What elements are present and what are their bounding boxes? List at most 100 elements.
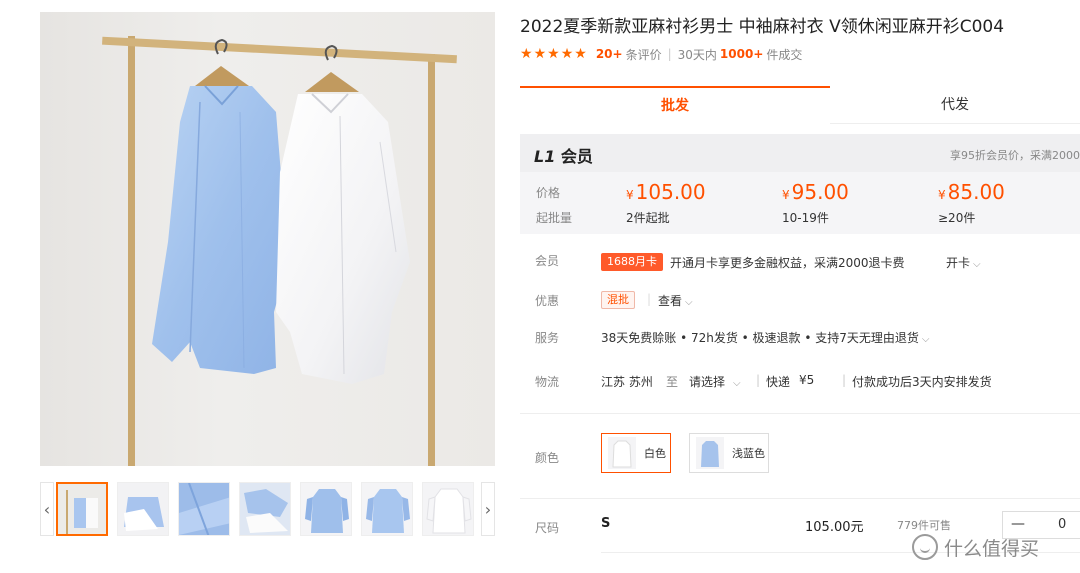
thumbnail-2[interactable] <box>117 482 169 536</box>
star-icon: ★ <box>560 46 574 62</box>
tier-2-price-value: 95.00 <box>791 180 849 204</box>
divider: | <box>667 47 672 61</box>
thumbnail-4-image <box>240 483 290 535</box>
white-shirt-swatch <box>608 437 636 469</box>
thumbnail-3-image <box>179 483 229 535</box>
section-divider <box>520 498 1080 499</box>
star-icon: ★ <box>520 46 533 62</box>
service-list: 38天免费赊账 • 72h发货 • 极速退款 • 支持7天无理由退货 <box>601 331 919 345</box>
chevron-down-icon: ⌵ <box>733 378 741 389</box>
site-watermark: 什么值得买 <box>912 531 1080 563</box>
color-option-label: 白色 <box>644 447 666 460</box>
tier-2-qty: 10-19件 <box>782 211 829 225</box>
star-icon: ★ <box>547 46 560 62</box>
tab-dropship[interactable]: 代发 <box>830 86 1080 124</box>
thumbnail-next-button[interactable]: › <box>481 482 495 536</box>
thumbnail-3[interactable] <box>178 482 230 536</box>
tier-1-qty: 2件起批 <box>626 211 670 225</box>
watermark-text: 什么值得买 <box>944 537 1040 560</box>
tier-3-qty: ≥20件 <box>938 211 976 225</box>
sales-suffix: 件成交 <box>766 47 803 62</box>
blue-shirt-swatch <box>696 437 724 469</box>
service-row-label: 服务 <box>535 331 560 345</box>
open-card-label: 开卡 <box>946 256 971 270</box>
size-row-label: 尺码 <box>535 521 560 535</box>
tab-wholesale[interactable]: 批发 <box>520 86 830 124</box>
currency-symbol: ¥ <box>938 188 946 202</box>
currency-symbol: ¥ <box>782 188 790 202</box>
color-option-label: 浅蓝色 <box>732 447 765 460</box>
member-price-bar: L1 会员 享95折会员价，采满2000 <box>520 134 1080 172</box>
tier-1-price-value: 105.00 <box>635 180 706 204</box>
ship-to-label: 至 <box>666 375 679 389</box>
member-level-code: L1 <box>534 147 556 166</box>
member-row-label: 会员 <box>535 254 560 268</box>
star-icon: ★ <box>574 46 587 62</box>
quantity-value[interactable]: 0 <box>1058 517 1066 532</box>
sales-period: 30天内 <box>677 47 717 62</box>
thumbnail-4[interactable] <box>239 482 291 536</box>
size-value: S <box>601 516 611 531</box>
chevron-left-icon: ‹ <box>43 499 51 519</box>
member-note: 享95折会员价，采满2000 <box>950 149 1080 162</box>
thumbnail-7[interactable] <box>422 482 474 536</box>
star-icon: ★ <box>533 46 547 62</box>
monthly-card-badge: 1688月卡 <box>601 253 663 271</box>
chevron-down-icon: ⌵ <box>685 297 693 308</box>
thumbnail-strip: ‹ › <box>40 482 495 538</box>
view-discount-link[interactable]: 查看 ⌵ <box>658 292 693 309</box>
member-level-label: 会员 <box>560 147 593 166</box>
thumbnail-7-image <box>423 483 473 535</box>
rating-row: ★ ★ ★ ★ ★ 20+ 条评价 | 30天内 1000+ 件成交 <box>520 44 802 64</box>
divider: | <box>756 373 761 387</box>
ship-note: 付款成功后3天内安排发货 <box>852 375 992 389</box>
decrease-button[interactable]: — <box>1011 516 1025 532</box>
divider: | <box>842 373 847 387</box>
chevron-down-icon: ⌵ <box>973 259 981 270</box>
thumbnail-prev-button[interactable]: ‹ <box>40 482 54 536</box>
product-photo-image <box>102 36 457 466</box>
ship-origin: 江苏 苏州 <box>601 375 653 389</box>
mixed-batch-badge: 混批 <box>601 291 635 309</box>
price-box: L1 会员 享95折会员价，采满2000 价格 起批量 ¥105.00 2件起批… <box>520 134 1080 234</box>
color-row-label: 颜色 <box>535 451 560 465</box>
thumbnail-6[interactable] <box>361 482 413 536</box>
discount-row-label: 优惠 <box>535 294 560 308</box>
chevron-right-icon: › <box>484 499 492 519</box>
thumbnail-5[interactable] <box>300 482 352 536</box>
express-label: 快递 <box>766 375 791 389</box>
product-title: 2022夏季新款亚麻衬衫男士 中袖麻衬衣 V领休闲亚麻开衫C004 <box>520 17 1005 37</box>
tier-2-price: ¥95.00 <box>782 180 849 204</box>
member-row-text: 开通月卡享更多金融权益，采满2000退卡费 <box>670 256 905 270</box>
purchase-mode-tabs: 批发 代发 <box>520 86 1080 124</box>
price-label: 价格 <box>536 186 561 200</box>
thumbnail-1-image <box>58 484 106 534</box>
section-divider <box>520 413 1080 414</box>
tier-1-price: ¥105.00 <box>626 180 706 204</box>
sales-count: 1000+ <box>719 47 764 61</box>
min-qty-label: 起批量 <box>536 211 573 225</box>
review-count[interactable]: 20+ <box>596 47 623 61</box>
thumbnail-2-image <box>118 483 168 535</box>
currency-symbol: ¥ <box>626 188 634 202</box>
size-price: 105.00元 <box>805 520 864 535</box>
service-row-text[interactable]: 38天免费赊账 • 72h发货 • 极速退款 • 支持7天无理由退货 ⌵ <box>601 329 930 346</box>
color-swatch-white <box>608 437 636 469</box>
thumbnail-5-image <box>301 483 351 535</box>
star-rating: ★ ★ ★ ★ ★ <box>520 47 587 61</box>
destination-value: 请选择 <box>689 375 726 389</box>
logistics-row-label: 物流 <box>535 375 560 389</box>
thumbnail-1[interactable] <box>56 482 108 536</box>
tier-3-price-value: 85.00 <box>947 180 1005 204</box>
destination-select[interactable]: 请选择 ⌵ <box>689 373 741 390</box>
main-product-photo[interactable] <box>40 12 495 466</box>
shipping-fee: ¥5 <box>799 373 815 387</box>
view-discount-label: 查看 <box>658 294 683 308</box>
smzdm-logo-icon <box>912 534 938 560</box>
thumbnail-6-image <box>362 483 412 535</box>
color-swatch-light-blue <box>696 437 724 469</box>
color-option-light-blue[interactable]: 浅蓝色 <box>689 433 769 473</box>
open-card-link[interactable]: 开卡 ⌵ <box>946 254 981 271</box>
color-option-white[interactable]: 白色 <box>601 433 671 473</box>
review-suffix: 条评价 <box>625 47 662 62</box>
